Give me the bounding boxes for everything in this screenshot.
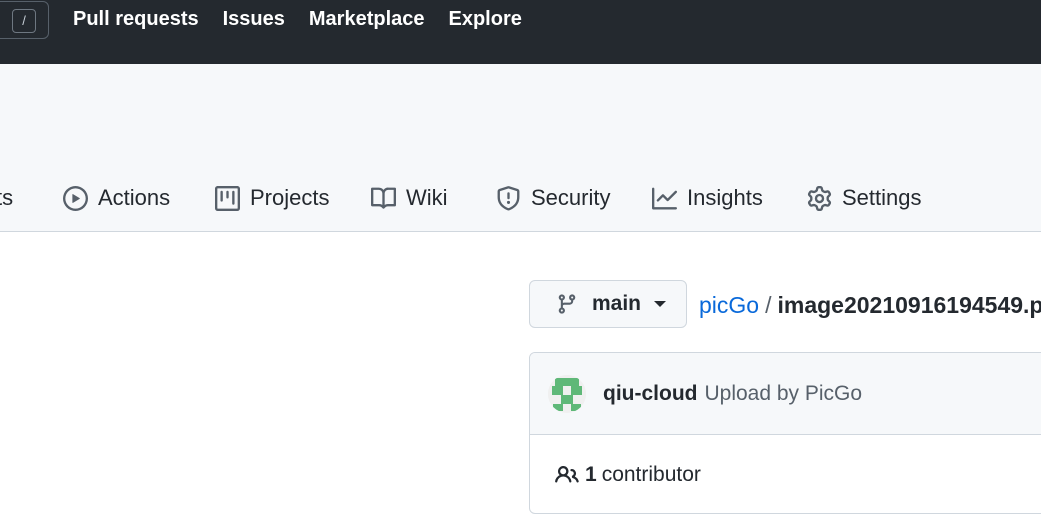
tab-projects[interactable]: Projects	[215, 180, 329, 216]
tab-insights[interactable]: Insights	[652, 180, 763, 216]
project-board-icon	[215, 185, 240, 211]
branch-selector-button[interactable]: main	[529, 280, 687, 328]
tab-settings[interactable]: Settings	[807, 180, 922, 216]
file-name: image20210916194549.p	[777, 292, 1041, 318]
caret-down-icon	[654, 301, 667, 307]
slash-shortcut-key: /	[12, 9, 36, 33]
nav-explore[interactable]: Explore	[449, 7, 522, 31]
global-nav: Pull requests Issues Marketplace Explore	[73, 7, 522, 31]
repo-tabs: ts Actions Projects Wiki Security Insigh…	[0, 180, 1041, 216]
git-branch-icon	[558, 294, 576, 314]
shield-icon	[497, 185, 520, 210]
file-path-breadcrumb: picGo / image20210916194549.p	[699, 289, 1041, 321]
repo-header: ts Actions Projects Wiki Security Insigh…	[0, 64, 1041, 232]
tab-label: Wiki	[406, 185, 448, 210]
branch-name: main	[592, 292, 642, 315]
tab-wiki[interactable]: Wiki	[371, 180, 448, 216]
tab-actions[interactable]: Actions	[63, 180, 170, 216]
tab-label: Security	[531, 185, 611, 210]
contributors-row[interactable]: 1 contributor	[530, 435, 1041, 513]
repo-link[interactable]: picGo	[699, 292, 759, 318]
commit-row: qiu-cloud Upload by PicGo	[530, 353, 1041, 435]
nav-issues[interactable]: Issues	[223, 7, 285, 31]
tab-label: Projects	[250, 185, 330, 210]
tab-label: Insights	[687, 185, 763, 210]
contributor-count: 1	[585, 463, 597, 486]
people-icon	[555, 465, 579, 483]
nav-pull-requests[interactable]: Pull requests	[73, 7, 199, 31]
play-circle-icon	[63, 185, 88, 211]
identicon-icon	[548, 374, 586, 413]
contributor-label: contributor	[601, 463, 701, 486]
nav-marketplace[interactable]: Marketplace	[309, 7, 425, 31]
tab-label: Actions	[98, 185, 171, 210]
commit-message[interactable]: Upload by PicGo	[704, 382, 862, 406]
book-icon	[371, 187, 396, 209]
latest-commit-box: qiu-cloud Upload by PicGo 1 contributor	[529, 352, 1041, 514]
global-header: / Pull requests Issues Marketplace Explo…	[0, 0, 1041, 64]
tab-label: Settings	[842, 185, 922, 210]
avatar[interactable]	[548, 374, 586, 413]
tab-security[interactable]: Security	[496, 180, 610, 216]
commit-author[interactable]: qiu-cloud	[603, 382, 697, 406]
tab-partial[interactable]: ts	[0, 180, 13, 216]
path-separator: /	[765, 292, 772, 318]
search-box[interactable]: /	[0, 1, 49, 39]
gear-icon	[807, 185, 832, 211]
graph-icon	[652, 187, 677, 209]
tab-label: ts	[0, 185, 14, 210]
